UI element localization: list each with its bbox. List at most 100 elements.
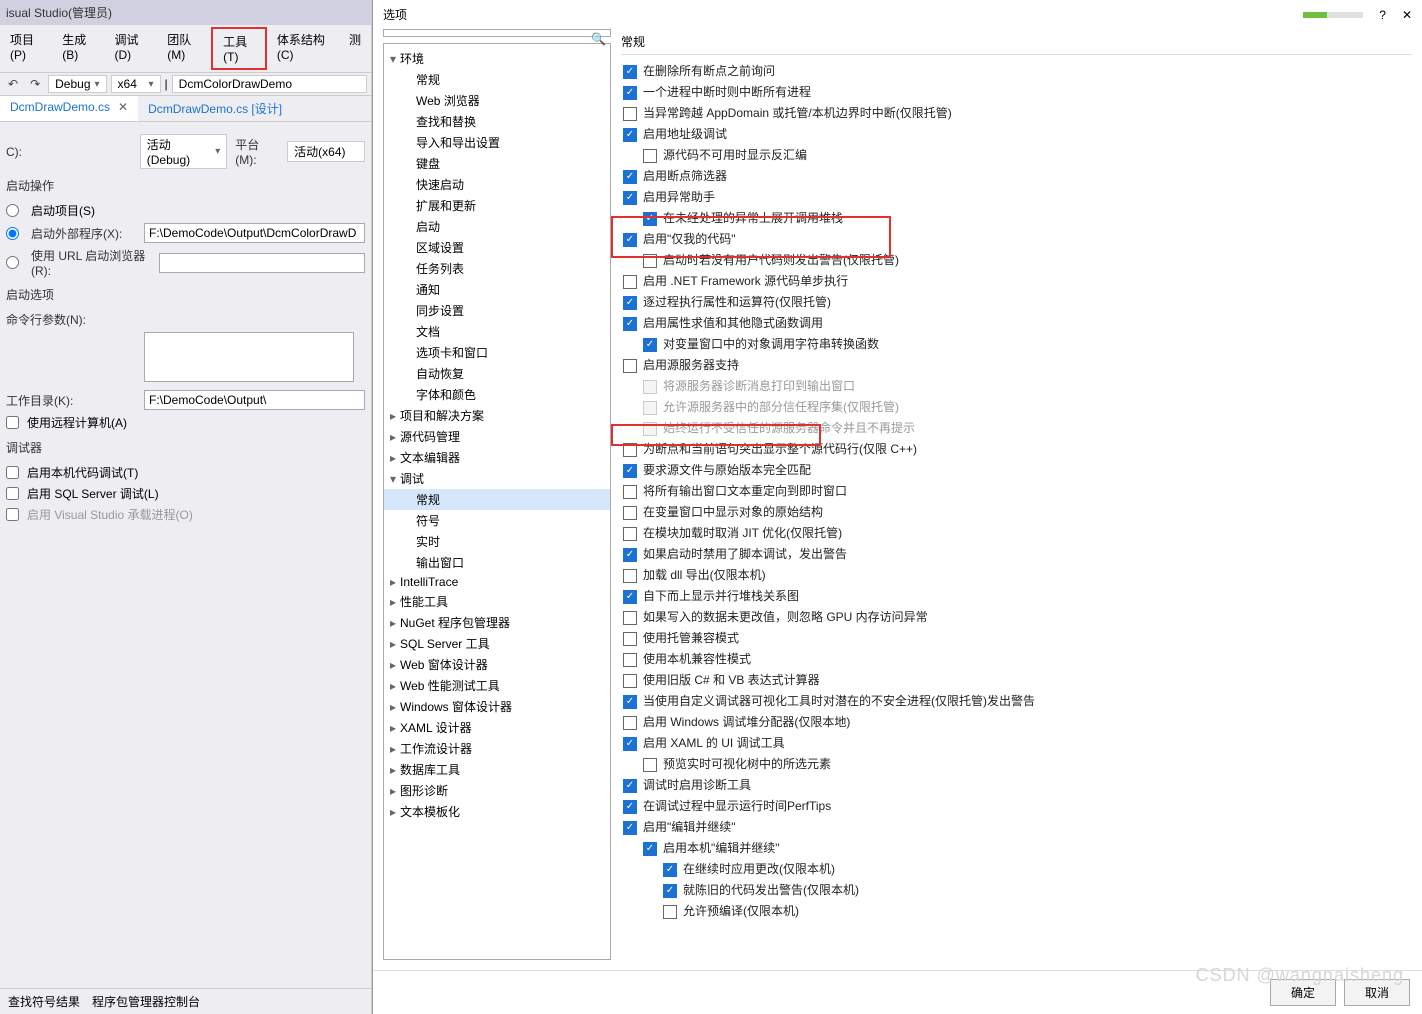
option-checkbox[interactable] <box>623 296 637 310</box>
option-checkbox[interactable] <box>623 611 637 625</box>
config-dropdown[interactable]: Debug▾ <box>48 75 106 93</box>
tree-node[interactable]: ▸IntelliTrace <box>384 573 610 591</box>
native-checkbox[interactable] <box>6 466 19 479</box>
sql-checkbox[interactable] <box>6 487 19 500</box>
option-checkbox[interactable] <box>623 359 637 373</box>
option-checkbox[interactable] <box>623 800 637 814</box>
tree-node[interactable]: ▸Web 窗体设计器 <box>384 654 610 675</box>
tab-source[interactable]: DcmDrawDemo.cs✕ <box>0 96 138 121</box>
option-checkbox[interactable] <box>623 779 637 793</box>
tree-node[interactable]: 文档 <box>384 321 610 342</box>
option-checkbox[interactable] <box>623 821 637 835</box>
tree-node[interactable]: 扩展和更新 <box>384 195 610 216</box>
tree-node[interactable]: 快速启动 <box>384 174 610 195</box>
target-dropdown[interactable]: DcmColorDrawDemo <box>172 75 367 93</box>
tree-node[interactable]: 区域设置 <box>384 237 610 258</box>
option-checkbox[interactable] <box>623 191 637 205</box>
config-select[interactable]: 活动(Debug)▾ <box>140 134 228 169</box>
option-checkbox[interactable] <box>623 632 637 646</box>
tree-node[interactable]: ▸SQL Server 工具 <box>384 633 610 654</box>
option-checkbox[interactable] <box>623 107 637 121</box>
tree-node[interactable]: ▸文本编辑器 <box>384 447 610 468</box>
options-tree[interactable]: ▾环境常规Web 浏览器查找和替换导入和导出设置键盘快速启动扩展和更新启动区域设… <box>383 43 611 960</box>
tree-node[interactable]: ▾调试 <box>384 468 610 489</box>
tree-node[interactable]: 选项卡和窗口 <box>384 342 610 363</box>
cancel-button[interactable]: 取消 <box>1344 979 1410 1006</box>
tree-node[interactable]: 实时 <box>384 531 610 552</box>
tree-node[interactable]: ▸Windows 窗体设计器 <box>384 696 610 717</box>
option-checkbox[interactable] <box>623 485 637 499</box>
option-checkbox[interactable] <box>663 863 677 877</box>
option-checkbox[interactable] <box>643 338 657 352</box>
menu-test[interactable]: 测 <box>339 27 371 70</box>
remote-checkbox[interactable] <box>6 416 19 429</box>
option-checkbox[interactable] <box>623 275 637 289</box>
tree-node[interactable]: 符号 <box>384 510 610 531</box>
external-path-input[interactable] <box>144 223 365 243</box>
tree-node[interactable]: ▾环境 <box>384 48 610 69</box>
tree-node[interactable]: 任务列表 <box>384 258 610 279</box>
option-checkbox[interactable] <box>643 758 657 772</box>
option-checkbox[interactable] <box>623 128 637 142</box>
option-checkbox[interactable] <box>623 548 637 562</box>
tree-node[interactable]: 键盘 <box>384 153 610 174</box>
option-checkbox[interactable] <box>623 317 637 331</box>
option-checkbox[interactable] <box>623 86 637 100</box>
tree-node[interactable]: Web 浏览器 <box>384 90 610 111</box>
option-checkbox[interactable] <box>623 695 637 709</box>
tree-node[interactable]: 常规 <box>384 69 610 90</box>
option-checkbox[interactable] <box>623 716 637 730</box>
redo-button[interactable]: ↷ <box>26 75 44 93</box>
tree-node[interactable]: ▸工作流设计器 <box>384 738 610 759</box>
ok-button[interactable]: 确定 <box>1270 979 1336 1006</box>
tree-node[interactable]: 自动恢复 <box>384 363 610 384</box>
menu-project[interactable]: 项目(P) <box>0 27 52 70</box>
platform-dropdown[interactable]: x64▾ <box>111 75 161 93</box>
help-button[interactable]: ? <box>1379 8 1386 22</box>
radio-start-url[interactable] <box>6 256 19 269</box>
option-checkbox[interactable] <box>623 464 637 478</box>
workdir-input[interactable] <box>144 390 365 410</box>
tree-node[interactable]: ▸NuGet 程序包管理器 <box>384 612 610 633</box>
menu-debug[interactable]: 调试(D) <box>105 27 158 70</box>
search-input[interactable]: 🔍 <box>383 29 611 37</box>
tree-node[interactable]: ▸Web 性能测试工具 <box>384 675 610 696</box>
tab-pkgconsole[interactable]: 程序包管理器控制台 <box>92 993 200 1010</box>
radio-start-project[interactable] <box>6 204 19 217</box>
option-checkbox[interactable] <box>623 443 637 457</box>
option-checkbox[interactable] <box>643 212 657 226</box>
tree-node[interactable]: 通知 <box>384 279 610 300</box>
tree-node[interactable]: ▸XAML 设计器 <box>384 717 610 738</box>
tree-node[interactable]: 常规 <box>384 489 610 510</box>
undo-button[interactable]: ↶ <box>4 75 22 93</box>
option-checkbox[interactable] <box>623 590 637 604</box>
option-checkbox[interactable] <box>643 254 657 268</box>
tab-findresults[interactable]: 查找符号结果 <box>8 993 80 1010</box>
tree-node[interactable]: ▸数据库工具 <box>384 759 610 780</box>
option-checkbox[interactable] <box>623 506 637 520</box>
tree-node[interactable]: ▸图形诊断 <box>384 780 610 801</box>
option-checkbox[interactable] <box>663 884 677 898</box>
option-checkbox[interactable] <box>623 170 637 184</box>
menu-build[interactable]: 生成(B) <box>52 27 104 70</box>
tree-node[interactable]: 导入和导出设置 <box>384 132 610 153</box>
close-button[interactable]: ✕ <box>1402 8 1412 22</box>
tab-design[interactable]: DcmDrawDemo.cs [设计] <box>138 96 292 121</box>
menu-tools[interactable]: 工具(T) <box>211 27 267 70</box>
close-icon[interactable]: ✕ <box>118 100 128 114</box>
option-checkbox[interactable] <box>623 674 637 688</box>
tree-node[interactable]: 查找和替换 <box>384 111 610 132</box>
radio-start-external[interactable] <box>6 227 19 240</box>
option-checkbox[interactable] <box>623 527 637 541</box>
tree-node[interactable]: ▸源代码管理 <box>384 426 610 447</box>
option-checkbox[interactable] <box>623 569 637 583</box>
option-checkbox[interactable] <box>623 233 637 247</box>
tree-node[interactable]: ▸性能工具 <box>384 591 610 612</box>
menu-team[interactable]: 团队(M) <box>157 27 211 70</box>
option-checkbox[interactable] <box>643 842 657 856</box>
tree-node[interactable]: 字体和颜色 <box>384 384 610 405</box>
menu-architecture[interactable]: 体系结构(C) <box>267 27 339 70</box>
tree-node[interactable]: 同步设置 <box>384 300 610 321</box>
option-checkbox[interactable] <box>623 65 637 79</box>
tree-node[interactable]: ▸文本模板化 <box>384 801 610 822</box>
